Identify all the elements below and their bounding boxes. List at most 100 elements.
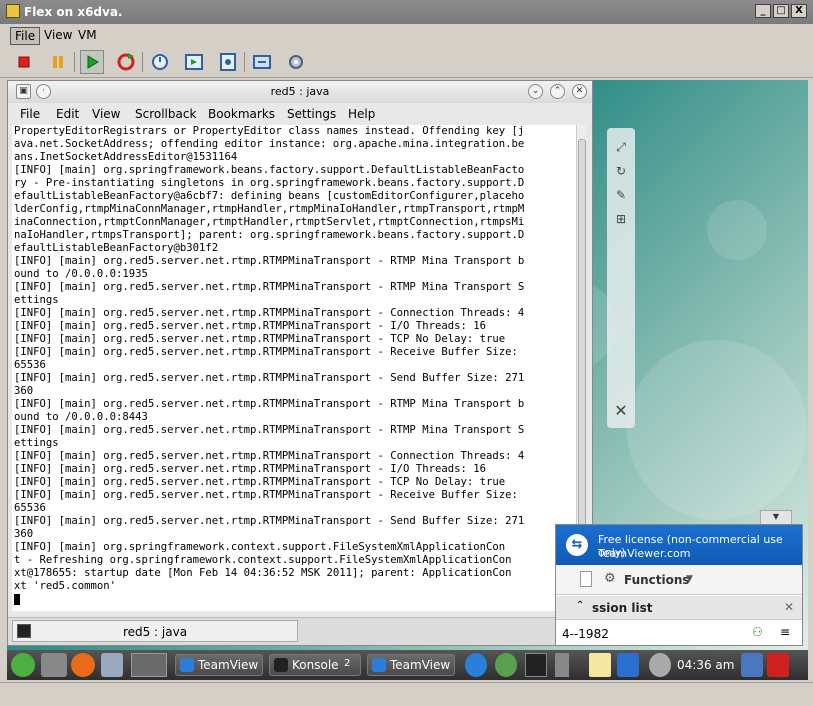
session-menu-icon[interactable]: ≡ <box>780 625 790 639</box>
toolbar-separator <box>142 52 143 72</box>
terminal-line: 65536 <box>14 359 46 371</box>
license-link[interactable]: TeamViewer.com <box>598 547 690 560</box>
vm-menubar: File View VM <box>0 24 813 46</box>
terminal-line: ry - Pre-instantiating singletons in org… <box>14 177 525 189</box>
power-icon[interactable] <box>767 653 789 677</box>
toolbar-separator <box>74 52 75 72</box>
collapse-icon[interactable]: ⌃ <box>576 600 584 611</box>
session-list-header[interactable]: ⌃ ssion list ✕ <box>556 596 802 620</box>
vm-window-title: Flex on x6dva. <box>24 5 123 19</box>
tray-info-icon[interactable] <box>649 653 671 677</box>
terminal-line: ava.net.SocketAddress; offending editor … <box>14 138 525 150</box>
menu-vm[interactable]: VM <box>74 27 101 43</box>
terminal-line: PropertyEditorRegistrars or PropertyEdit… <box>14 125 525 137</box>
tray-clipboard-icon[interactable] <box>589 653 611 677</box>
lock-screen-icon[interactable] <box>741 653 763 677</box>
terminal-line: ans.InetSocketAddressEditor@1531164 <box>14 151 238 163</box>
konsole-menu-bookmarks[interactable]: Bookmarks <box>208 107 275 121</box>
scrollbar-thumb[interactable] <box>578 139 586 589</box>
session-row[interactable]: 4--1982 ⚇ ≡ <box>556 621 802 645</box>
text-cursor <box>14 593 20 605</box>
checkbox-icon[interactable] <box>580 571 592 587</box>
tray-network-icon[interactable] <box>495 653 517 677</box>
terminal-line: ound to /0.0.0.0:1935 <box>14 268 148 280</box>
settings-icon[interactable] <box>284 50 308 74</box>
terminal-line: inaConnection,rtmptConnManager,rtmptHand… <box>14 216 525 228</box>
terminal-line: [INFO] [main] org.red5.server.net.rtmp.R… <box>14 398 525 410</box>
resize-icon[interactable]: ⤢ <box>614 140 628 154</box>
collapse-arrow-icon[interactable]: ▼ <box>760 510 792 524</box>
maximize-icon[interactable]: ⌃ <box>550 84 565 99</box>
konsole-tab[interactable]: red5 : java <box>12 620 298 642</box>
terminal-line: ettings <box>14 437 59 449</box>
snapshot-icon[interactable] <box>148 50 172 74</box>
terminal-line: 360 <box>14 528 34 540</box>
kde-launcher-icon[interactable] <box>11 653 35 677</box>
konsole-menu-scrollback[interactable]: Scrollback <box>135 107 196 121</box>
konsole-menu-help[interactable]: Help <box>348 107 375 121</box>
terminal-line: [INFO] [main] org.springframework.beans.… <box>14 164 525 176</box>
terminal-line: [INFO] [main] org.red5.server.net.rtmp.R… <box>14 281 525 293</box>
terminal-line: [INFO] [main] org.red5.server.net.rtmp.R… <box>14 450 525 462</box>
file-manager-icon[interactable] <box>41 653 67 677</box>
terminal-line: [INFO] [main] org.red5.server.net.rtmp.R… <box>14 255 525 267</box>
functions-menu[interactable]: ⚙ Functions ▼ <box>556 565 802 595</box>
minimize-button[interactable]: _ <box>755 4 771 18</box>
close-icon[interactable]: ✕ <box>784 600 794 614</box>
konsole-menu-settings[interactable]: Settings <box>287 107 336 121</box>
teamviewer-icon <box>372 658 386 672</box>
terminal-line: xt@178655: startup date [Mon Feb 14 04:3… <box>14 567 512 579</box>
terminal-line: 360 <box>14 385 34 397</box>
minimize-icon[interactable]: ⌄ <box>528 84 543 99</box>
terminal-line: [INFO] [main] org.red5.server.net.rtmp.R… <box>14 346 518 358</box>
pause-icon[interactable] <box>46 50 70 74</box>
fullscreen-icon[interactable] <box>250 50 274 74</box>
teamviewer-header: ⇆ Free license (non-commercial use only)… <box>556 525 802 565</box>
tray-arrow-icon[interactable] <box>555 653 569 677</box>
close-icon[interactable]: ✕ <box>572 84 587 99</box>
pager-icon[interactable] <box>131 653 167 677</box>
terminal-line: naIoHandler,rtmpsTransport]; parent: org… <box>14 229 525 241</box>
revert-snapshot-icon[interactable] <box>182 50 206 74</box>
task-teamviewer-2[interactable]: TeamView <box>367 654 455 676</box>
reset-icon[interactable] <box>114 50 138 74</box>
teamviewer-logo-icon: ⇆ <box>566 534 588 556</box>
teamviewer-panel: ⇆ Free license (non-commercial use only)… <box>555 524 803 646</box>
play-icon[interactable] <box>80 50 104 74</box>
konsole-menu-view[interactable]: View <box>92 107 120 121</box>
konsole-menu-edit[interactable]: Edit <box>56 107 79 121</box>
terminal-line: [INFO] [main] org.red5.server.net.rtmp.R… <box>14 320 486 332</box>
wrench-icon[interactable]: ✎ <box>614 188 628 202</box>
firefox-icon[interactable] <box>71 653 95 677</box>
stop-icon[interactable] <box>12 50 36 74</box>
terminal-line: [INFO] [main] org.red5.server.net.rtmp.R… <box>14 307 525 319</box>
vm-statusbar <box>0 682 813 706</box>
terminal-line: lderConfig,rtmpMinaConnManager,rtmpHandl… <box>14 203 525 215</box>
terminal-line: [INFO] [main] org.red5.server.net.rtmp.R… <box>14 489 518 501</box>
terminal-line: 65536 <box>14 502 46 514</box>
menu-file[interactable]: File <box>10 27 41 45</box>
dolphin-icon[interactable] <box>101 653 123 677</box>
terminal-output[interactable]: PropertyEditorRegistrars or PropertyEdit… <box>12 125 578 611</box>
tray-terminal-icon[interactable] <box>525 653 547 677</box>
terminal-line: xt 'red5.common' <box>14 580 117 592</box>
konsole-tab-label: red5 : java <box>122 625 188 639</box>
konsole-menu-file[interactable]: File <box>20 107 40 121</box>
maximize-button[interactable]: □ <box>773 4 789 18</box>
session-status-icon: ⚇ <box>752 625 763 639</box>
tray-teamviewer-icon[interactable] <box>465 653 487 677</box>
terminal-cursor-line <box>14 593 578 606</box>
task-teamviewer-1[interactable]: TeamView <box>175 654 263 676</box>
task-label: Konsole <box>292 658 339 672</box>
close-icon[interactable]: ✕ <box>614 403 628 419</box>
close-button[interactable]: X <box>791 4 807 18</box>
toolbar-separator <box>244 52 245 72</box>
tray-download-icon[interactable] <box>617 653 639 677</box>
clock[interactable]: 04:36 am <box>677 658 734 672</box>
expand-icon[interactable]: ⊞ <box>614 212 628 226</box>
menu-view[interactable]: View <box>40 27 76 43</box>
rotate-icon[interactable]: ↻ <box>614 164 628 178</box>
wallpaper-bubble <box>627 340 807 520</box>
task-konsole[interactable]: Konsole 2 <box>269 654 361 676</box>
manage-snapshots-icon[interactable] <box>216 50 240 74</box>
